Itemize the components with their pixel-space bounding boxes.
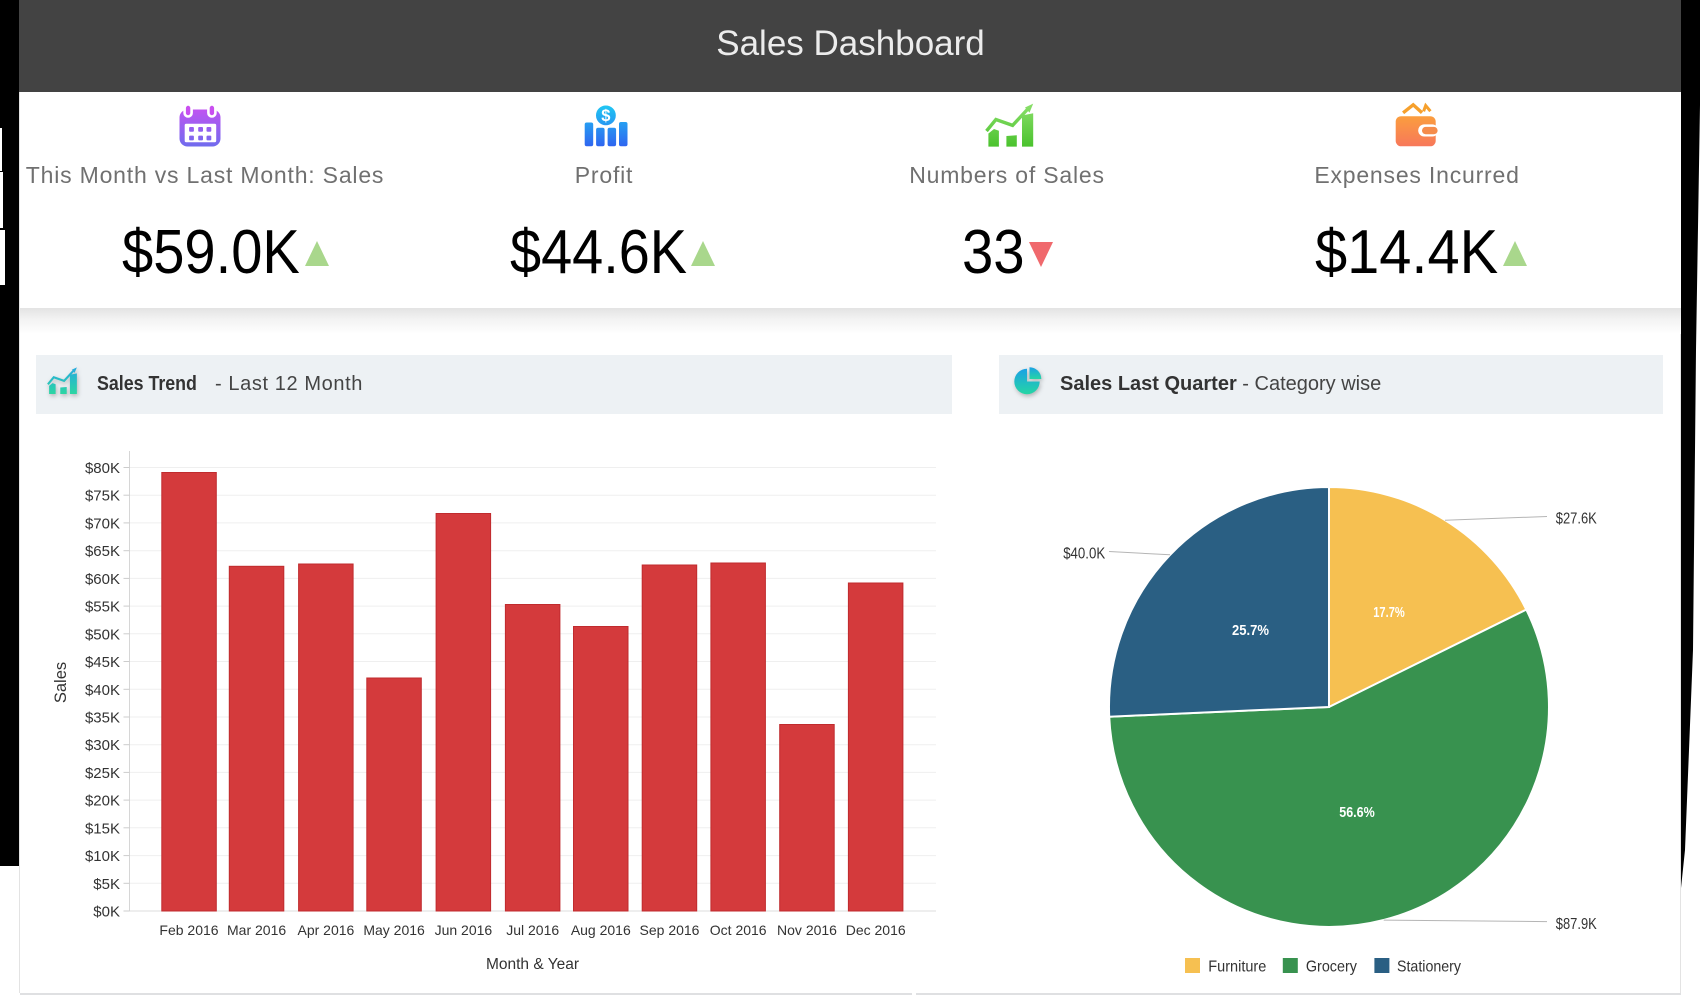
svg-text:Feb 2016: Feb 2016 xyxy=(159,922,218,938)
svg-text:Mar 2016: Mar 2016 xyxy=(227,922,286,938)
svg-text:Grocery: Grocery xyxy=(1306,959,1357,976)
svg-text:$15K: $15K xyxy=(85,820,120,837)
svg-text:$5K: $5K xyxy=(93,876,120,893)
svg-text:$50K: $50K xyxy=(85,626,120,643)
svg-text:$70K: $70K xyxy=(85,515,120,532)
svg-text:$40K: $40K xyxy=(85,682,120,699)
svg-text:Apr 2016: Apr 2016 xyxy=(297,922,354,938)
svg-text:$10K: $10K xyxy=(85,848,120,865)
svg-text:$45K: $45K xyxy=(85,654,120,671)
svg-text:25.7%: 25.7% xyxy=(1232,622,1269,639)
svg-text:Nov 2016: Nov 2016 xyxy=(777,922,837,938)
svg-text:17.7%: 17.7% xyxy=(1373,604,1405,621)
svg-text:$65K: $65K xyxy=(85,543,120,560)
svg-text:Aug 2016: Aug 2016 xyxy=(571,922,631,938)
svg-text:Sep 2016: Sep 2016 xyxy=(640,922,700,938)
svg-text:$: $ xyxy=(601,107,610,125)
svg-text:$40.0K: $40.0K xyxy=(1063,546,1106,563)
svg-text:$35K: $35K xyxy=(85,710,120,727)
svg-text:Furniture: Furniture xyxy=(1208,959,1266,976)
svg-text:$0K: $0K xyxy=(93,904,120,921)
svg-text:$80K: $80K xyxy=(85,460,120,477)
svg-text:Stationery: Stationery xyxy=(1397,959,1461,976)
svg-text:$75K: $75K xyxy=(85,488,120,505)
svg-text:$55K: $55K xyxy=(85,599,120,616)
svg-text:$27.6K: $27.6K xyxy=(1556,511,1598,528)
svg-text:Jun 2016: Jun 2016 xyxy=(435,922,493,938)
svg-text:Dec 2016: Dec 2016 xyxy=(846,922,906,938)
svg-text:May 2016: May 2016 xyxy=(363,922,425,938)
svg-text:$20K: $20K xyxy=(85,793,120,810)
svg-text:$60K: $60K xyxy=(85,571,120,588)
svg-text:$87.9K: $87.9K xyxy=(1556,916,1598,933)
svg-text:$30K: $30K xyxy=(85,737,120,754)
svg-text:Month & Year: Month & Year xyxy=(486,956,579,973)
svg-text:Jul 2016: Jul 2016 xyxy=(506,922,559,938)
svg-text:56.6%: 56.6% xyxy=(1339,804,1375,821)
svg-text:Oct 2016: Oct 2016 xyxy=(710,922,767,938)
svg-text:$25K: $25K xyxy=(85,765,120,782)
svg-text:Sales: Sales xyxy=(52,662,70,703)
